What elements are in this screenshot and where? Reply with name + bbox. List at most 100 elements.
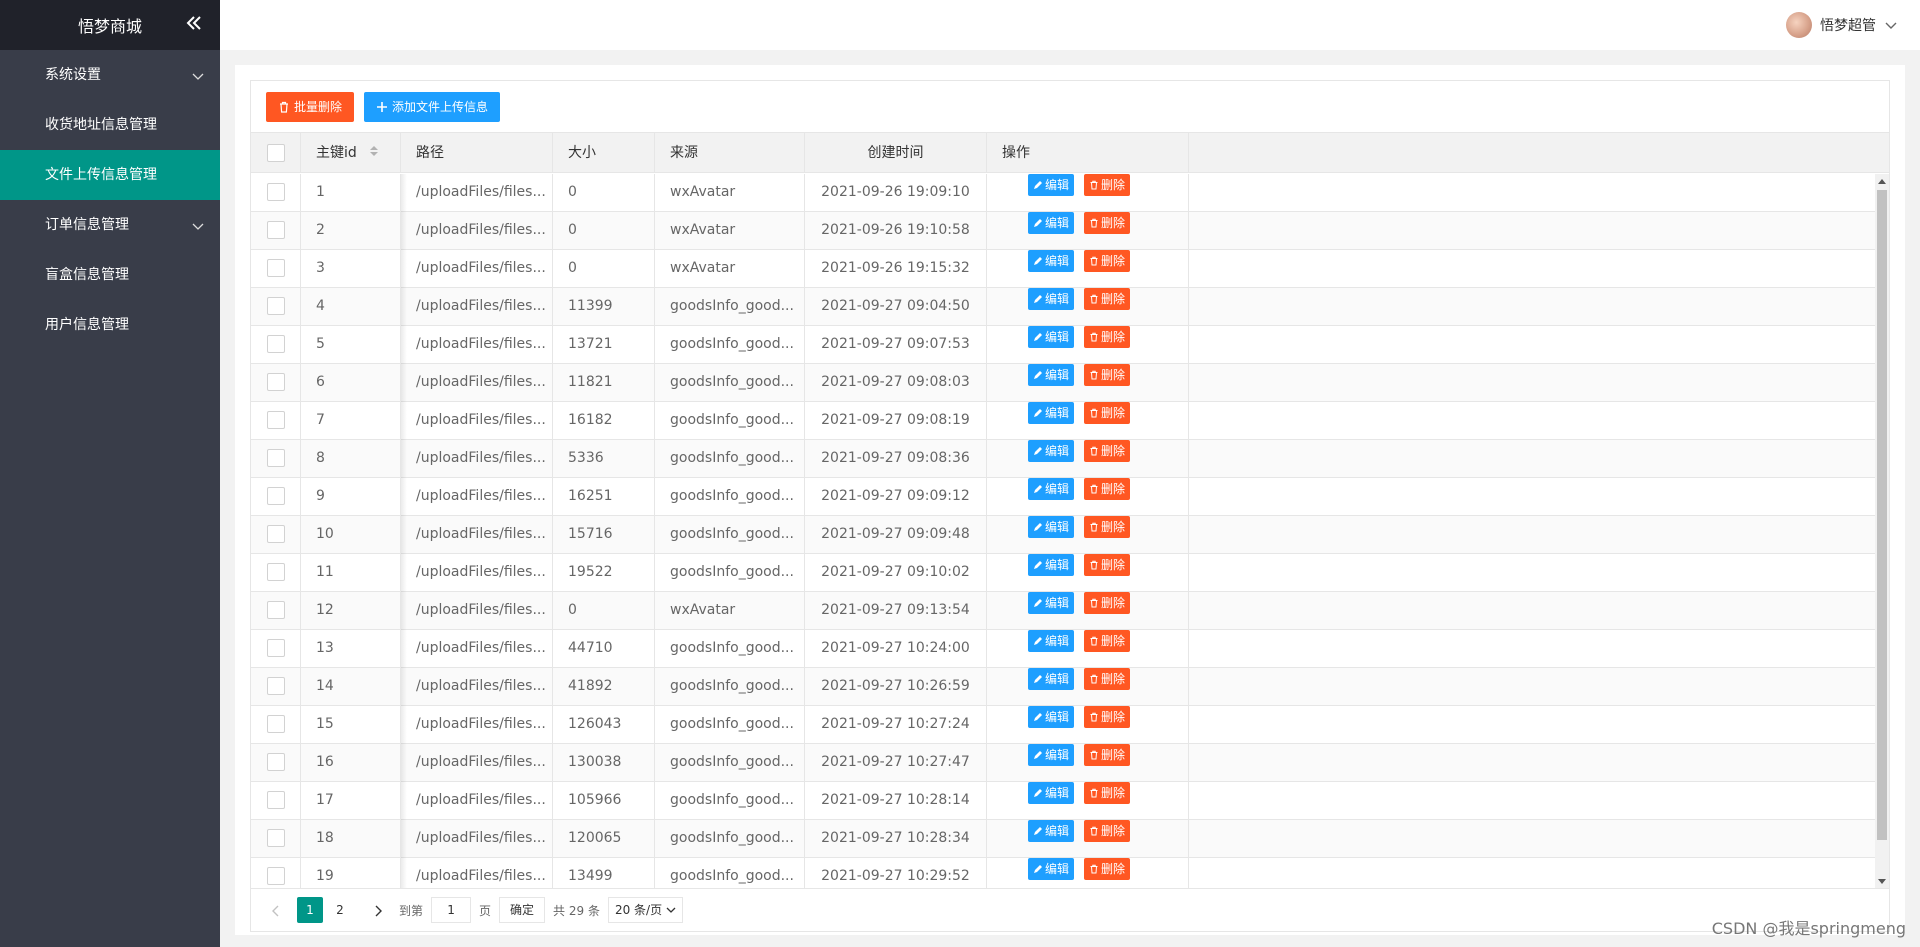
delete-button[interactable]: 删除 (1084, 820, 1131, 842)
header-select-all[interactable] (251, 133, 301, 173)
batch-delete-button[interactable]: 批量删除 (266, 91, 355, 122)
delete-button[interactable]: 删除 (1084, 402, 1131, 424)
delete-button[interactable]: 删除 (1084, 782, 1131, 804)
page-size-select[interactable]: 20 条/页 (607, 897, 684, 923)
row-checkbox[interactable] (266, 221, 285, 239)
delete-button[interactable]: 删除 (1084, 858, 1131, 880)
prev-page-button[interactable] (263, 897, 289, 923)
edit-button[interactable]: 编辑 (1028, 744, 1075, 766)
vertical-scrollbar[interactable] (1875, 174, 1889, 889)
row-checkbox[interactable] (266, 639, 285, 657)
table-row: 3/uploadFiles/files... 0 wxAvatar 2021-09-2… (251, 250, 1889, 288)
edit-button[interactable]: 编辑 (1028, 516, 1075, 538)
cell-source: goodsInfo_good... (655, 364, 805, 401)
pencil-icon (1034, 295, 1042, 303)
edit-button[interactable]: 编辑 (1028, 820, 1075, 842)
delete-button[interactable]: 删除 (1084, 592, 1131, 614)
edit-button[interactable]: 编辑 (1028, 858, 1075, 880)
edit-button[interactable]: 编辑 (1028, 630, 1075, 652)
delete-button[interactable]: 删除 (1084, 516, 1131, 538)
header-id[interactable]: 主键id (301, 133, 401, 173)
row-checkbox[interactable] (266, 601, 285, 619)
row-checkbox[interactable] (266, 297, 285, 315)
row-select-cell (251, 516, 301, 553)
delete-button[interactable]: 删除 (1084, 706, 1131, 728)
row-checkbox[interactable] (266, 563, 285, 581)
cell-size: 13721 (553, 326, 655, 363)
cell-id: 15 (301, 706, 401, 743)
user-menu[interactable]: 悟梦超管 (1786, 12, 1898, 38)
edit-button[interactable]: 编辑 (1028, 554, 1075, 576)
page-button-1[interactable]: 1 (297, 897, 323, 923)
row-checkbox[interactable] (266, 183, 285, 201)
delete-button[interactable]: 删除 (1084, 212, 1131, 234)
sidebar-item-0[interactable]: 系统设置 (0, 50, 220, 100)
plus-icon (376, 101, 388, 113)
goto-page-input[interactable] (431, 897, 472, 923)
sidebar-item-3[interactable]: 订单信息管理 (0, 200, 220, 250)
row-checkbox[interactable] (266, 753, 285, 771)
row-checkbox[interactable] (266, 867, 285, 885)
delete-button[interactable]: 删除 (1084, 364, 1131, 386)
row-checkbox[interactable] (266, 829, 285, 847)
sidebar-item-1[interactable]: 收货地址信息管理 (0, 100, 220, 150)
edit-button[interactable]: 编辑 (1028, 288, 1075, 310)
cell-created: 2021-09-27 09:13:54 (805, 592, 987, 629)
pencil-icon (1034, 827, 1042, 835)
delete-button[interactable]: 删除 (1084, 288, 1131, 310)
delete-button[interactable]: 删除 (1084, 440, 1131, 462)
delete-button[interactable]: 删除 (1084, 744, 1131, 766)
row-checkbox[interactable] (266, 335, 285, 353)
row-checkbox[interactable] (266, 525, 285, 543)
row-checkbox[interactable] (266, 677, 285, 695)
edit-button[interactable]: 编辑 (1028, 326, 1075, 348)
scroll-up-icon[interactable] (1878, 179, 1886, 184)
delete-button[interactable]: 删除 (1084, 326, 1131, 348)
edit-button[interactable]: 编辑 (1028, 478, 1075, 500)
delete-button[interactable]: 删除 (1084, 174, 1131, 196)
edit-button[interactable]: 编辑 (1028, 592, 1075, 614)
edit-button[interactable]: 编辑 (1028, 250, 1075, 272)
goto-confirm-button[interactable]: 确定 (499, 897, 546, 923)
row-checkbox[interactable] (266, 449, 285, 467)
delete-button[interactable]: 删除 (1084, 630, 1131, 652)
edit-button[interactable]: 编辑 (1028, 402, 1075, 424)
add-file-button[interactable]: 添加文件上传信息 (364, 91, 501, 122)
sidebar-item-2[interactable]: 文件上传信息管理 (0, 150, 220, 200)
double-chevron-left-icon[interactable] (182, 13, 206, 37)
edit-button[interactable]: 编辑 (1028, 668, 1075, 690)
row-checkbox[interactable] (266, 715, 285, 733)
next-page-button[interactable] (365, 897, 391, 923)
edit-button[interactable]: 编辑 (1028, 440, 1075, 462)
edit-button[interactable]: 编辑 (1028, 782, 1075, 804)
edit-button[interactable]: 编辑 (1028, 174, 1075, 196)
data-table: 批量删除 添加文件上传信息 主键id 路径 大小 来源 创建时间 操作 1 /u… (250, 80, 1890, 932)
sort-icon[interactable] (369, 133, 379, 173)
delete-button[interactable]: 删除 (1084, 668, 1131, 690)
row-select-cell (251, 326, 301, 363)
page-button-2[interactable]: 2 (327, 897, 353, 923)
row-checkbox[interactable] (266, 487, 285, 505)
sidebar-item-4[interactable]: 盲盒信息管理 (0, 250, 220, 300)
edit-button[interactable]: 编辑 (1028, 212, 1075, 234)
pencil-icon (1034, 447, 1042, 455)
edit-button[interactable]: 编辑 (1028, 706, 1075, 728)
delete-button[interactable]: 删除 (1084, 554, 1131, 576)
row-checkbox[interactable] (266, 259, 285, 277)
header-source: 来源 (655, 133, 805, 173)
delete-button[interactable]: 删除 (1084, 250, 1131, 272)
filler-cell (1189, 706, 1889, 743)
scrollbar-thumb[interactable] (1877, 190, 1887, 840)
edit-button[interactable]: 编辑 (1028, 364, 1075, 386)
delete-button[interactable]: 删除 (1084, 478, 1131, 500)
filler-cell (1189, 630, 1889, 667)
sidebar-item-5[interactable]: 用户信息管理 (0, 300, 220, 350)
row-checkbox[interactable] (266, 411, 285, 429)
row-checkbox[interactable] (266, 373, 285, 391)
chevron-down-icon (1884, 18, 1898, 32)
cell-source: goodsInfo_good... (655, 744, 805, 781)
table-row: 8/uploadFiles/files... 5336 goodsInfo_good… (251, 440, 1889, 478)
row-checkbox[interactable] (266, 791, 285, 809)
select-all-checkbox[interactable] (266, 144, 285, 162)
scroll-down-icon[interactable] (1878, 879, 1886, 884)
